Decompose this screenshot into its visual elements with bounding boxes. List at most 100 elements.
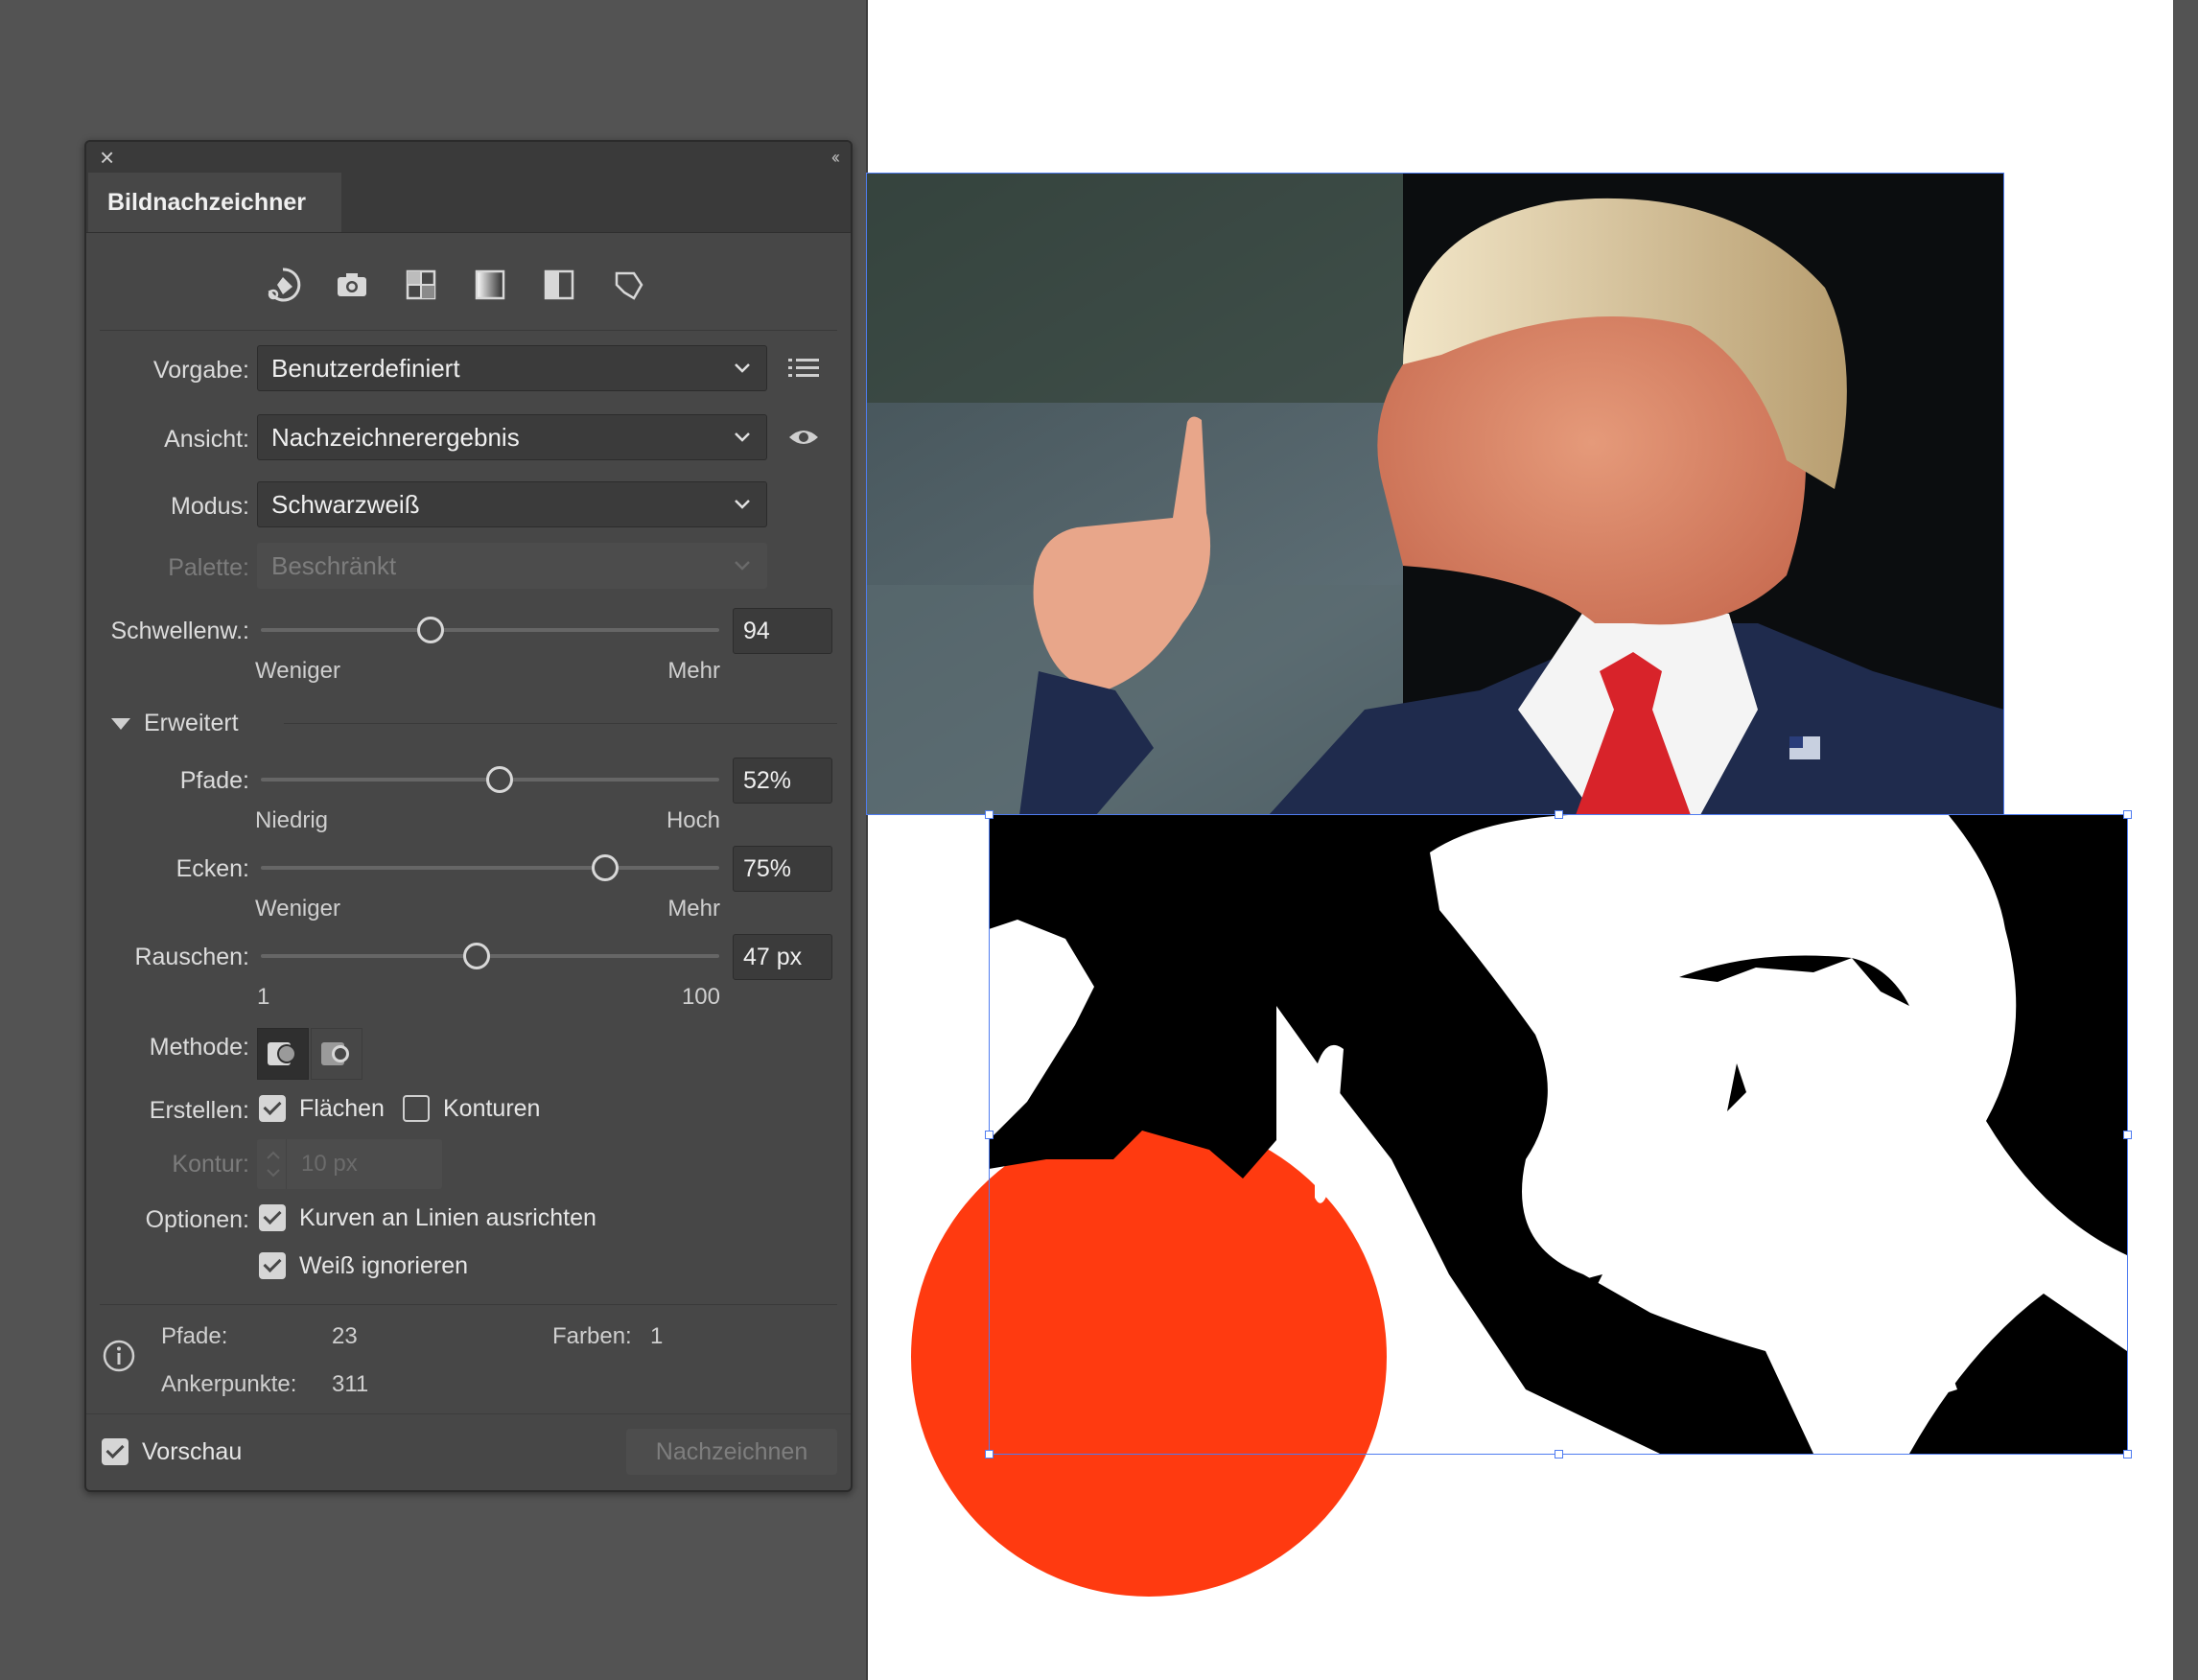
chevron-down-icon [732,544,753,588]
paths-input[interactable]: 52% [733,758,832,804]
close-icon[interactable]: × [100,145,114,170]
selection-handle[interactable] [985,1131,994,1139]
noise-label: Rauschen: [134,944,249,970]
overlapping-method-button[interactable] [311,1028,362,1080]
selection-handle[interactable] [1555,1450,1563,1458]
chevron-down-icon [732,482,753,526]
slider-track [261,954,719,958]
corners-label: Ecken: [175,855,249,882]
chevron-down-icon [732,346,753,390]
noise-max-label: 100 [681,984,720,1010]
slider-knob[interactable] [591,854,619,881]
corners-slider[interactable] [261,852,719,884]
slider-knob[interactable] [485,766,513,793]
view-dropdown[interactable]: Nachzeichnerergebnis [257,414,767,460]
selection-handle[interactable] [2123,810,2132,819]
low-color-icon[interactable] [397,261,445,309]
ignore-white-checkbox[interactable] [259,1252,286,1279]
slider-knob[interactable] [416,617,444,643]
overlapping-icon [321,1042,349,1065]
info-anchors-value: 311 [332,1371,369,1397]
selection-handle[interactable] [985,1450,994,1458]
noise-input[interactable]: 47 px [733,934,832,980]
mode-label: Modus: [171,493,249,520]
slider-track [261,628,719,632]
create-label: Erstellen: [149,1097,249,1124]
view-value: Nachzeichnerergebnis [271,423,520,452]
corners-input[interactable]: 75% [733,846,832,892]
view-label: Ansicht: [164,426,249,453]
snap-curves-label: Kurven an Linien ausrichten [299,1204,596,1231]
fills-checkbox[interactable] [259,1095,286,1122]
abutting-icon [268,1042,296,1065]
selection-handle[interactable] [2123,1131,2132,1139]
slider-knob[interactable] [462,943,490,969]
fills-label: Flächen [299,1095,385,1122]
paths-min-label: Niedrig [255,807,329,833]
stroke-label: Kontur: [172,1151,249,1178]
disclosure-triangle-icon [111,717,130,730]
strokes-label: Konturen [443,1095,541,1122]
abutting-method-button[interactable] [257,1028,309,1080]
eye-icon[interactable] [784,418,823,456]
threshold-slider[interactable] [261,614,719,646]
strokes-checkbox[interactable] [403,1095,430,1122]
paths-max-label: Hoch [666,807,720,833]
image-trace-panel: × ‹‹ Bildnachzeichner Vorgabe: Benutzerd… [84,140,853,1492]
mode-value: Schwarzweiß [271,490,420,519]
snap-curves-checkbox[interactable] [259,1204,286,1231]
menu-list-icon[interactable] [784,349,823,387]
outline-icon[interactable] [604,261,652,309]
advanced-toggle[interactable]: Erweitert [109,710,239,737]
preview-label: Vorschau [142,1438,243,1465]
method-label: Methode: [149,1034,249,1061]
slider-track [261,866,719,870]
panel-titlebar[interactable]: × ‹‹ [86,142,851,173]
traced-artwork[interactable] [989,814,2127,1454]
preset-label: Vorgabe: [152,357,249,384]
threshold-min-label: Weniger [255,658,340,684]
divider [86,1413,851,1414]
preview-checkbox[interactable] [102,1438,129,1465]
stepper-arrows-icon [267,1151,280,1178]
preset-dropdown[interactable]: Benutzerdefiniert [257,345,767,391]
selection-handle[interactable] [1555,810,1563,819]
divider [284,723,837,724]
divider [100,1304,837,1305]
advanced-label: Erweitert [144,710,239,736]
auto-color-icon[interactable] [259,261,307,309]
noise-slider[interactable] [261,940,719,972]
mode-dropdown[interactable]: Schwarzweiß [257,481,767,527]
paths-slider[interactable] [261,763,719,796]
black-white-icon[interactable] [535,261,583,309]
stroke-value: 10 px [301,1151,358,1177]
preset-value: Benutzerdefiniert [271,354,460,383]
trace-button[interactable]: Nachzeichnen [626,1429,837,1475]
panel-tabbar: Bildnachzeichner [86,173,851,233]
ignore-white-label: Weiß ignorieren [299,1252,469,1279]
method-group [257,1028,364,1080]
info-paths-label: Pfade: [161,1323,228,1349]
info-icon [102,1339,136,1378]
preset-icon-row [259,261,652,309]
tab-image-trace[interactable]: Bildnachzeichner [88,173,341,232]
corners-min-label: Weniger [255,896,340,922]
palette-dropdown: Beschränkt [257,543,767,589]
noise-min-label: 1 [257,984,270,1010]
options-label: Optionen: [145,1206,249,1233]
collapse-icon[interactable]: ‹‹ [831,148,840,168]
threshold-label: Schwellenw.: [110,618,249,644]
paths-label: Pfade: [179,767,249,794]
palette-label: Palette: [168,554,249,581]
selection-handle[interactable] [2123,1450,2132,1458]
grayscale-icon[interactable] [466,261,514,309]
threshold-input[interactable]: 94 [733,608,832,654]
threshold-max-label: Mehr [667,658,720,684]
high-color-icon[interactable] [328,261,376,309]
selection-handle[interactable] [985,810,994,819]
info-paths-value: 23 [332,1323,358,1349]
placed-photo[interactable] [866,173,2004,815]
stroke-stepper: 10 px [257,1139,442,1189]
corners-max-label: Mehr [667,896,720,922]
divider [100,330,837,331]
